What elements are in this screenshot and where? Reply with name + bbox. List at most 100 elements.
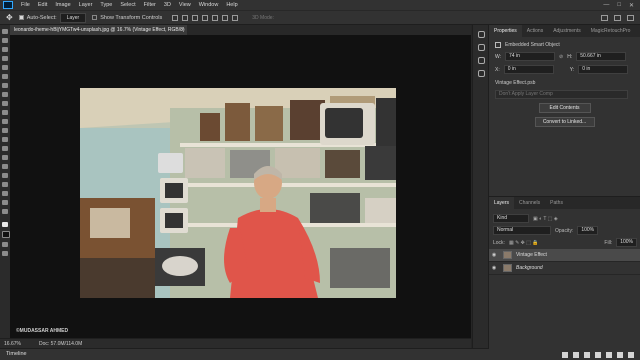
- trash-icon[interactable]: [628, 352, 634, 358]
- new-layer-icon[interactable]: [617, 352, 623, 358]
- tab-paths[interactable]: Paths: [545, 197, 568, 209]
- timeline-tab[interactable]: Timeline: [6, 351, 27, 357]
- pen-icon[interactable]: [2, 155, 8, 160]
- align-left-icon[interactable]: [172, 14, 179, 21]
- shape-icon[interactable]: [2, 182, 8, 187]
- layer-row[interactable]: ◉ Background: [489, 262, 640, 275]
- maximize-icon[interactable]: □: [617, 2, 621, 9]
- tab-layers[interactable]: Layers: [489, 197, 515, 209]
- kind-filter-dropdown[interactable]: Kind: [493, 214, 529, 223]
- visibility-eye-icon[interactable]: ◉: [489, 265, 499, 271]
- convert-linked-button[interactable]: Convert to Linked...: [534, 117, 595, 127]
- zoom-icon[interactable]: [2, 200, 8, 205]
- tab-adjustments[interactable]: Adjustments: [548, 25, 586, 37]
- clone-stamp-icon[interactable]: [2, 101, 8, 106]
- layer-name[interactable]: Vintage Effect: [516, 252, 547, 258]
- doc-size[interactable]: Doc: 57.0M/114.0M: [39, 341, 82, 347]
- menu-file[interactable]: File: [17, 2, 34, 8]
- healing-icon[interactable]: [2, 83, 8, 88]
- layer-name[interactable]: Background: [516, 265, 543, 271]
- filter-icons[interactable]: ▣ ◐ T ⬚ ◈: [533, 216, 558, 222]
- quick-select-icon[interactable]: [2, 56, 8, 61]
- more-tools-icon[interactable]: [2, 209, 8, 214]
- group-icon[interactable]: [606, 352, 612, 358]
- distribute-icon[interactable]: [232, 14, 239, 21]
- adjustment-icon[interactable]: [595, 352, 601, 358]
- screen-mode-icon[interactable]: [2, 251, 8, 256]
- hand-icon[interactable]: [2, 191, 8, 196]
- fill-field[interactable]: 100%: [616, 238, 637, 247]
- menu-layer[interactable]: Layer: [75, 2, 97, 8]
- history-panel-icon[interactable]: [477, 31, 485, 38]
- share-icon[interactable]: [627, 14, 634, 21]
- visibility-eye-icon[interactable]: ◉: [489, 252, 499, 258]
- tab-channels[interactable]: Channels: [514, 197, 545, 209]
- align-middle-icon[interactable]: [212, 14, 219, 21]
- minimize-icon[interactable]: —: [603, 2, 609, 9]
- close-window-icon[interactable]: ✕: [629, 2, 634, 9]
- align-center-icon[interactable]: [182, 14, 189, 21]
- workspace-icon[interactable]: [614, 14, 621, 21]
- align-bottom-icon[interactable]: [222, 14, 229, 21]
- menu-filter[interactable]: Filter: [140, 2, 160, 8]
- tab-magic-retouch[interactable]: MagicRetouchPro: [586, 25, 636, 37]
- transform-controls-option[interactable]: Show Transform Controls: [92, 15, 162, 21]
- history-brush-icon[interactable]: [2, 110, 8, 115]
- photoshop-logo-icon[interactable]: [3, 1, 13, 9]
- menu-select[interactable]: Select: [116, 2, 139, 8]
- brush-panel-icon[interactable]: [477, 44, 485, 51]
- lasso-icon[interactable]: [2, 47, 8, 52]
- auto-select-checkbox[interactable]: [18, 15, 24, 20]
- layer-comp-dropdown[interactable]: Don't Apply Layer Comp: [495, 90, 628, 99]
- info-panel-icon[interactable]: [477, 70, 485, 77]
- lock-icons[interactable]: ▦ ✎ ✥ ⬚ 🔒: [509, 240, 539, 246]
- link-icon[interactable]: [562, 352, 568, 358]
- auto-select-dropdown[interactable]: Layer: [59, 12, 87, 23]
- tab-properties[interactable]: Properties: [489, 25, 522, 37]
- swatches-panel-icon[interactable]: [477, 57, 485, 64]
- align-top-icon[interactable]: [202, 14, 209, 21]
- document-image[interactable]: [80, 88, 396, 298]
- zoom-level[interactable]: 16.67%: [4, 341, 21, 347]
- type-icon[interactable]: [2, 164, 8, 169]
- edit-contents-button[interactable]: Edit Contents: [538, 103, 591, 113]
- move-icon[interactable]: [2, 29, 8, 34]
- move-tool-icon[interactable]: ✥: [6, 13, 13, 22]
- tab-actions[interactable]: Actions: [522, 25, 548, 37]
- eraser-icon[interactable]: [2, 119, 8, 124]
- foreground-color-icon[interactable]: [2, 222, 8, 227]
- menu-type[interactable]: Type: [96, 2, 116, 8]
- align-right-icon[interactable]: [192, 14, 199, 21]
- menu-image[interactable]: Image: [51, 2, 74, 8]
- layer-row[interactable]: ◉ Vintage Effect: [489, 249, 640, 262]
- auto-select-option[interactable]: Auto-Select: Layer: [18, 12, 87, 23]
- marquee-icon[interactable]: [2, 38, 8, 43]
- crop-icon[interactable]: [2, 65, 8, 70]
- opacity-field[interactable]: 100%: [577, 226, 599, 235]
- gradient-icon[interactable]: [2, 128, 8, 133]
- mask-icon[interactable]: [584, 352, 590, 358]
- blur-icon[interactable]: [2, 137, 8, 142]
- menu-edit[interactable]: Edit: [34, 2, 51, 8]
- document-tab[interactable]: leonardo-iheme-hBljYMGTw4-unsplash.jpg @…: [10, 25, 187, 35]
- fx-icon[interactable]: [573, 352, 579, 358]
- close-tab-icon[interactable]: ×: [181, 25, 184, 35]
- path-select-icon[interactable]: [2, 173, 8, 178]
- width-field[interactable]: 74 in: [505, 52, 556, 61]
- menu-window[interactable]: Window: [195, 2, 223, 8]
- height-field[interactable]: 50.667 in: [576, 52, 627, 61]
- y-field[interactable]: 0 in: [578, 65, 629, 74]
- search-icon[interactable]: [601, 14, 608, 21]
- link-dimensions-icon[interactable]: ⊘: [559, 54, 563, 60]
- brush-icon[interactable]: [2, 92, 8, 97]
- menu-help[interactable]: Help: [222, 2, 241, 8]
- eyedropper-icon[interactable]: [2, 74, 8, 79]
- menu-view[interactable]: View: [175, 2, 195, 8]
- transform-checkbox[interactable]: [92, 15, 98, 20]
- quick-mask-icon[interactable]: [2, 242, 8, 247]
- blend-mode-dropdown[interactable]: Normal: [493, 226, 551, 235]
- dodge-icon[interactable]: [2, 146, 8, 151]
- background-color-icon[interactable]: [2, 231, 10, 238]
- menu-3d[interactable]: 3D: [160, 2, 175, 8]
- x-field[interactable]: 0 in: [503, 65, 554, 74]
